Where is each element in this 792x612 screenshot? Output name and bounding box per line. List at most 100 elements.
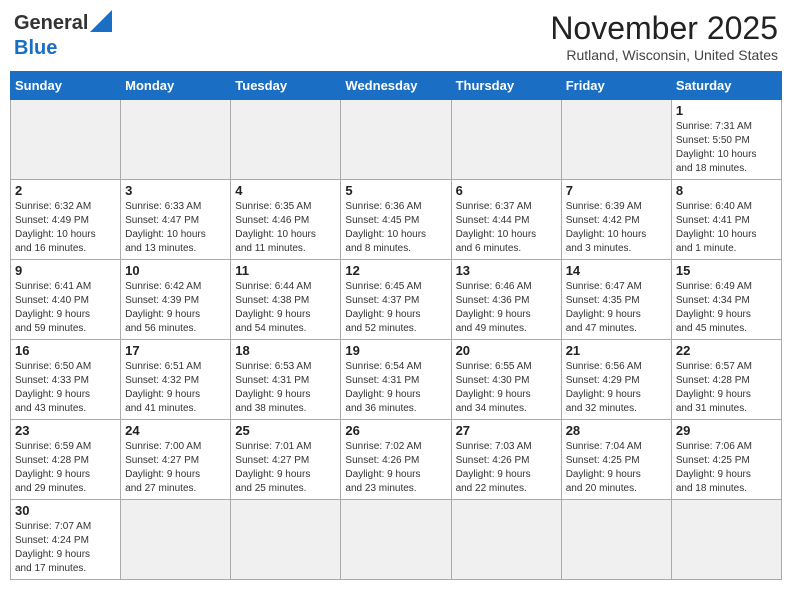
calendar-table: SundayMondayTuesdayWednesdayThursdayFrid… [10,71,782,580]
day-number: 18 [235,343,336,358]
day-number: 25 [235,423,336,438]
location-title: Rutland, Wisconsin, United States [550,47,778,63]
day-number: 30 [15,503,116,518]
day-info: Sunrise: 6:42 AM Sunset: 4:39 PM Dayligh… [125,280,226,336]
calendar-day-cell [121,100,231,180]
day-number: 22 [676,343,777,358]
calendar-day-cell: 23 Sunrise: 6:59 AM Sunset: 4:28 PM Dayli… [11,420,121,500]
day-info: Sunrise: 6:55 AM Sunset: 4:30 PM Dayligh… [456,360,557,416]
calendar-day-cell: 15Sunrise: 6:49 AM Sunset: 4:34 PM Dayli… [671,260,781,340]
day-info: Sunrise: 6:46 AM Sunset: 4:36 PM Dayligh… [456,280,557,336]
logo-text: General [14,12,88,35]
day-info: Sunrise: 6:37 AM Sunset: 4:44 PM Dayligh… [456,200,557,256]
weekday-header-row: SundayMondayTuesdayWednesdayThursdayFrid… [11,72,782,100]
weekday-header-friday: Friday [561,72,671,100]
day-number: 11 [235,263,336,278]
calendar-day-cell [451,500,561,580]
weekday-header-thursday: Thursday [451,72,561,100]
day-number: 23 [15,423,116,438]
calendar-day-cell: 18 Sunrise: 6:53 AM Sunset: 4:31 PM Dayli… [231,340,341,420]
day-info: Sunrise: 6:59 AM Sunset: 4:28 PM Dayligh… [15,440,116,496]
day-number: 12 [345,263,446,278]
day-info: Sunrise: 6:54 AM Sunset: 4:31 PM Dayligh… [345,360,446,416]
calendar-day-cell: 5 Sunrise: 6:36 AM Sunset: 4:45 PM Daylig… [341,180,451,260]
day-number: 7 [566,183,667,198]
calendar-day-cell: 27Sunrise: 7:03 AM Sunset: 4:26 PM Dayli… [451,420,561,500]
day-info: Sunrise: 6:56 AM Sunset: 4:29 PM Dayligh… [566,360,667,416]
day-number: 16 [15,343,116,358]
calendar-day-cell [341,500,451,580]
calendar-day-cell: 28Sunrise: 7:04 AM Sunset: 4:25 PM Dayli… [561,420,671,500]
calendar-day-cell: 16 Sunrise: 6:50 AM Sunset: 4:33 PM Dayli… [11,340,121,420]
calendar-day-cell [231,100,341,180]
day-number: 3 [125,183,226,198]
calendar-day-cell: 8 Sunrise: 6:40 AM Sunset: 4:41 PM Daylig… [671,180,781,260]
title-block: November 2025 Rutland, Wisconsin, United… [550,10,778,63]
calendar-day-cell [561,500,671,580]
calendar-day-cell: 10 Sunrise: 6:42 AM Sunset: 4:39 PM Dayli… [121,260,231,340]
day-info: Sunrise: 7:06 AM Sunset: 4:25 PM Dayligh… [676,440,777,496]
day-number: 29 [676,423,777,438]
day-number: 2 [15,183,116,198]
day-info: Sunrise: 7:02 AM Sunset: 4:26 PM Dayligh… [345,440,446,496]
weekday-header-tuesday: Tuesday [231,72,341,100]
day-info: Sunrise: 6:41 AM Sunset: 4:40 PM Dayligh… [15,280,116,336]
day-info: Sunrise: 6:57 AM Sunset: 4:28 PM Dayligh… [676,360,777,416]
calendar-day-cell: 13 Sunrise: 6:46 AM Sunset: 4:36 PM Dayli… [451,260,561,340]
calendar-day-cell: 19 Sunrise: 6:54 AM Sunset: 4:31 PM Dayli… [341,340,451,420]
calendar-day-cell [231,500,341,580]
calendar-day-cell: 4Sunrise: 6:35 AM Sunset: 4:46 PM Daylig… [231,180,341,260]
day-info: Sunrise: 6:51 AM Sunset: 4:32 PM Dayligh… [125,360,226,416]
day-number: 8 [676,183,777,198]
day-info: Sunrise: 6:45 AM Sunset: 4:37 PM Dayligh… [345,280,446,336]
day-number: 13 [456,263,557,278]
day-info: Sunrise: 6:40 AM Sunset: 4:41 PM Dayligh… [676,200,777,256]
calendar-week-row: 16 Sunrise: 6:50 AM Sunset: 4:33 PM Dayli… [11,340,782,420]
day-number: 10 [125,263,226,278]
month-title: November 2025 [550,10,778,47]
day-number: 19 [345,343,446,358]
weekday-header-saturday: Saturday [671,72,781,100]
calendar-day-cell: 26 Sunrise: 7:02 AM Sunset: 4:26 PM Dayli… [341,420,451,500]
calendar-day-cell: 21Sunrise: 6:56 AM Sunset: 4:29 PM Dayli… [561,340,671,420]
calendar-day-cell: 29 Sunrise: 7:06 AM Sunset: 4:25 PM Dayli… [671,420,781,500]
day-info: Sunrise: 7:04 AM Sunset: 4:25 PM Dayligh… [566,440,667,496]
day-info: Sunrise: 6:53 AM Sunset: 4:31 PM Dayligh… [235,360,336,416]
calendar-week-row: 23 Sunrise: 6:59 AM Sunset: 4:28 PM Dayli… [11,420,782,500]
calendar-week-row: 2 Sunrise: 6:32 AM Sunset: 4:49 PM Daylig… [11,180,782,260]
day-number: 6 [456,183,557,198]
logo: General Blue [14,10,112,60]
day-info: Sunrise: 7:31 AM Sunset: 5:50 PM Dayligh… [676,120,777,176]
day-info: Sunrise: 6:36 AM Sunset: 4:45 PM Dayligh… [345,200,446,256]
day-info: Sunrise: 6:32 AM Sunset: 4:49 PM Dayligh… [15,200,116,256]
calendar-day-cell [561,100,671,180]
calendar-day-cell [121,500,231,580]
calendar-day-cell: 11Sunrise: 6:44 AM Sunset: 4:38 PM Dayli… [231,260,341,340]
day-info: Sunrise: 7:01 AM Sunset: 4:27 PM Dayligh… [235,440,336,496]
day-info: Sunrise: 6:50 AM Sunset: 4:33 PM Dayligh… [15,360,116,416]
calendar-day-cell: 20 Sunrise: 6:55 AM Sunset: 4:30 PM Dayli… [451,340,561,420]
calendar-day-cell: 7Sunrise: 6:39 AM Sunset: 4:42 PM Daylig… [561,180,671,260]
calendar-day-cell [671,500,781,580]
calendar-day-cell: 30 Sunrise: 7:07 AM Sunset: 4:24 PM Dayli… [11,500,121,580]
day-info: Sunrise: 7:07 AM Sunset: 4:24 PM Dayligh… [15,520,116,576]
calendar-day-cell: 2 Sunrise: 6:32 AM Sunset: 4:49 PM Daylig… [11,180,121,260]
calendar-day-cell: 1 Sunrise: 7:31 AM Sunset: 5:50 PM Daylig… [671,100,781,180]
calendar-day-cell: 14Sunrise: 6:47 AM Sunset: 4:35 PM Dayli… [561,260,671,340]
day-number: 9 [15,263,116,278]
calendar-day-cell: 17Sunrise: 6:51 AM Sunset: 4:32 PM Dayli… [121,340,231,420]
calendar-day-cell: 9 Sunrise: 6:41 AM Sunset: 4:40 PM Daylig… [11,260,121,340]
calendar-day-cell [451,100,561,180]
day-number: 26 [345,423,446,438]
day-number: 4 [235,183,336,198]
day-number: 20 [456,343,557,358]
day-info: Sunrise: 7:00 AM Sunset: 4:27 PM Dayligh… [125,440,226,496]
calendar-week-row: 9 Sunrise: 6:41 AM Sunset: 4:40 PM Daylig… [11,260,782,340]
calendar-day-cell: 12 Sunrise: 6:45 AM Sunset: 4:37 PM Dayli… [341,260,451,340]
calendar-day-cell: 6 Sunrise: 6:37 AM Sunset: 4:44 PM Daylig… [451,180,561,260]
calendar-week-row: 30 Sunrise: 7:07 AM Sunset: 4:24 PM Dayli… [11,500,782,580]
day-info: Sunrise: 6:49 AM Sunset: 4:34 PM Dayligh… [676,280,777,336]
day-number: 1 [676,103,777,118]
calendar-day-cell: 25 Sunrise: 7:01 AM Sunset: 4:27 PM Dayli… [231,420,341,500]
day-number: 5 [345,183,446,198]
